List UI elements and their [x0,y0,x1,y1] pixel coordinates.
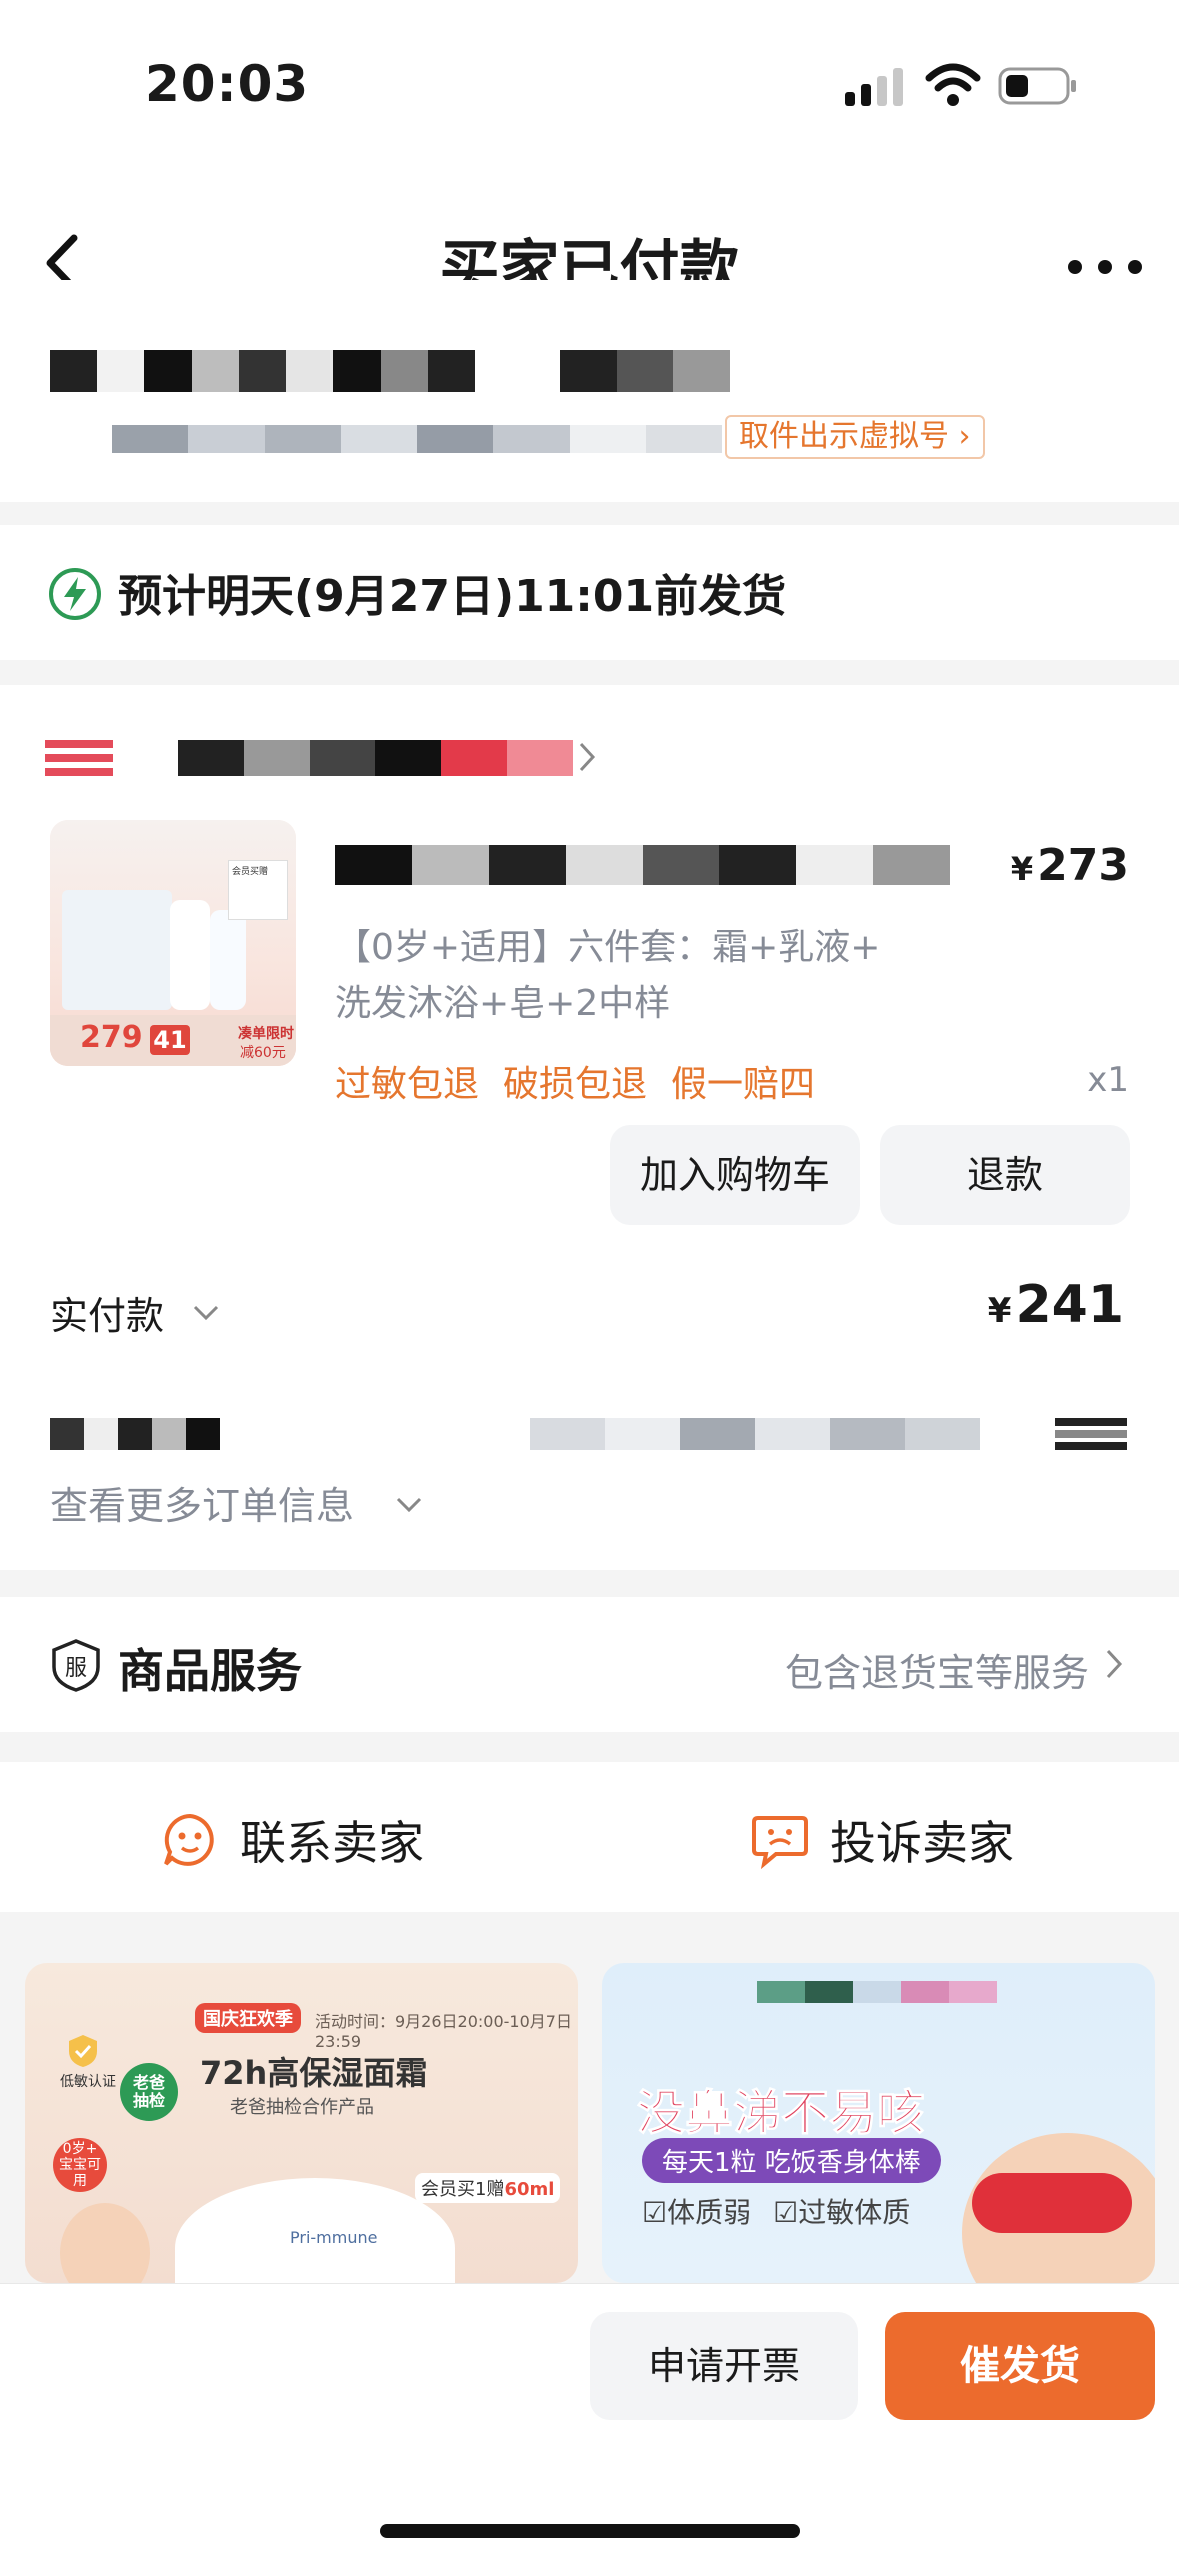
store-logo [45,740,113,780]
complain-seller-label: 投诉卖家 [830,1816,1014,1870]
thumb-price: 279 [80,1020,143,1055]
product-spec-line2: 洗发沐浴+皂+2中样 [335,983,671,1024]
status-time: 20:03 [145,55,310,113]
check-allergy-constitution-label: 过敏体质 [798,2196,911,2229]
banner-title: 没鼻涕不易咳 [636,2085,926,2142]
contact-seller-button[interactable]: 联系卖家 [160,1807,424,1873]
paid-amount-value: 241 [1015,1275,1124,1335]
masked-copy-button[interactable] [1055,1418,1127,1450]
more-order-info-link[interactable]: 查看更多订单信息 [50,1475,354,1530]
badge-dad-check-line1: 老爸 [132,2073,165,2092]
contact-card: 联系卖家 投诉卖家 [0,1762,1179,1912]
chat-face-icon [164,1813,214,1866]
badge-low-allergy: 低敏认证 [60,2074,116,2090]
masked-store-name[interactable] [178,740,573,776]
masked-product-title[interactable] [335,845,950,885]
home-indicator[interactable] [380,2524,800,2538]
paid-amount-label[interactable]: 实付款 [50,1285,164,1340]
service-description: 包含退货宝等服务 [784,1651,1089,1695]
badge-age-line1: 0岁+ [62,2141,98,2157]
masked-brand-logo [757,1981,997,2003]
badge-dad-check: 老爸 抽检 [120,2063,178,2121]
apply-invoice-button[interactable]: 申请开票 [590,2312,858,2420]
tag-fake-compensation: 假一赔四 [671,1064,816,1105]
service-shield-icon: 服 [52,1639,100,1692]
check-weak-constitution: ☑体质弱 [642,2196,752,2229]
banner-subtitle: 老爸抽检合作产品 [230,2097,374,2118]
virtual-number-button[interactable]: 取件出示虚拟号 › [725,415,985,459]
add-to-cart-button[interactable]: 加入购物车 [610,1125,860,1225]
bottom-action-bar: 申请开票 催发货 [0,2283,1179,2556]
shipping-estimate-text: 预计明天(9月27日)11:01前发货 [118,571,787,622]
chevron-down-icon[interactable] [192,1303,220,1323]
battery-icon [998,67,1076,105]
masked-order-number [530,1418,980,1450]
banner-slogan: 每天1粒 吃饭香身体棒 [642,2138,941,2183]
banner-activity-date: 活动时间：9月26日20:00-10月7日23:59 [315,2012,572,2051]
lightning-icon [49,568,101,620]
masked-recipient-phone [560,350,731,392]
gift-amount: 60ml [504,2179,555,2200]
urge-shipment-button[interactable]: 催发货 [885,2312,1155,2420]
order-card: 会员买赠 279 41 凑单限时 减60元 ¥273 【0岁+适用】六件套：霜+… [0,685,1179,1570]
product-service-card[interactable]: 服 商品服务 包含退货宝等服务 [0,1597,1179,1732]
product-guarantee-tags: 过敏包退 破损包退 假一赔四 [335,1055,815,1107]
paid-currency: ¥ [987,1291,1012,1331]
product-quantity: x1 [1087,1060,1129,1100]
chevron-down-icon[interactable] [395,1495,423,1515]
baby-image [60,2203,150,2283]
masked-recipient-name [50,350,475,392]
thumb-discount: 41 [150,1025,190,1055]
recommend-banner-cream[interactable]: 国庆狂欢季 活动时间：9月26日20:00-10月7日23:59 72h高保湿面… [25,1963,578,2283]
tag-damage-return: 破损包退 [503,1064,648,1105]
thumb-vip-label: 会员买赠 [232,867,269,877]
gift-prefix: 会员买1赠 [421,2179,505,2200]
product-spec: 【0岁+适用】六件套：霜+乳液+ 洗发沐浴+皂+2中样 [335,920,955,1032]
tag-allergy-return: 过敏包退 [335,1064,480,1105]
thumb-note1: 凑单限时 [238,1026,294,1042]
paid-amount: ¥241 [988,1275,1124,1335]
wifi-icon [925,63,981,106]
product-price: ¥273 [1011,840,1129,891]
complaint-icon [752,1816,808,1870]
shipping-estimate-card: 预计明天(9月27日)11:01前发货 [0,525,1179,660]
check-allergy-constitution: ☑过敏体质 [773,2196,911,2229]
banner-checks: ☑体质弱 ☑过敏体质 [642,2191,910,2231]
badge-dad-check-line2: 抽检 [132,2091,165,2110]
masked-order-label [50,1418,220,1450]
recommend-banner-supplement[interactable]: 没鼻涕不易咳 每天1粒 吃饭香身体棒 ☑体质弱 ☑过敏体质 [602,1963,1155,2283]
service-title: 商品服务 [118,1644,302,1698]
status-bar: 20:03 [0,0,1179,160]
thumb-note2: 减60元 [240,1045,286,1061]
badge-age: 0岁+ 宝宝可用 [53,2138,107,2192]
banner-title: 72h高保湿面霜 [200,2054,428,2092]
check-weak-constitution-label: 体质弱 [667,2196,752,2229]
product-currency: ¥ [1010,850,1034,888]
cream-jar-brand: Pri-mmune [290,2228,378,2247]
more-options-icon[interactable] [1065,255,1145,279]
badge-age-line2: 宝宝可用 [59,2157,101,2189]
hero-mask-image [972,2173,1132,2233]
shield-check-icon [69,2035,97,2067]
product-price-value: 273 [1037,840,1129,891]
banner-promo-badge: 国庆狂欢季 [195,2003,301,2033]
nav-bar: 买家已付款 [0,160,1179,304]
contact-seller-label: 联系卖家 [240,1816,424,1870]
cellular-signal-icon [845,68,903,106]
product-thumbnail[interactable]: 会员买赠 279 41 凑单限时 减60元 [50,820,296,1066]
banner-gift-badge: 会员买1赠60ml [415,2173,561,2203]
service-icon-text: 服 [65,1656,87,1681]
refund-button[interactable]: 退款 [880,1125,1130,1225]
masked-address [112,425,722,453]
store-chevron-right-icon[interactable] [577,740,597,774]
product-spec-line1: 【0岁+适用】六件套：霜+乳液+ [335,927,881,968]
address-card[interactable]: 取件出示虚拟号 › [0,280,1179,502]
complain-seller-button[interactable]: 投诉卖家 [750,1807,1014,1873]
chevron-right-icon[interactable] [1105,1647,1123,1681]
